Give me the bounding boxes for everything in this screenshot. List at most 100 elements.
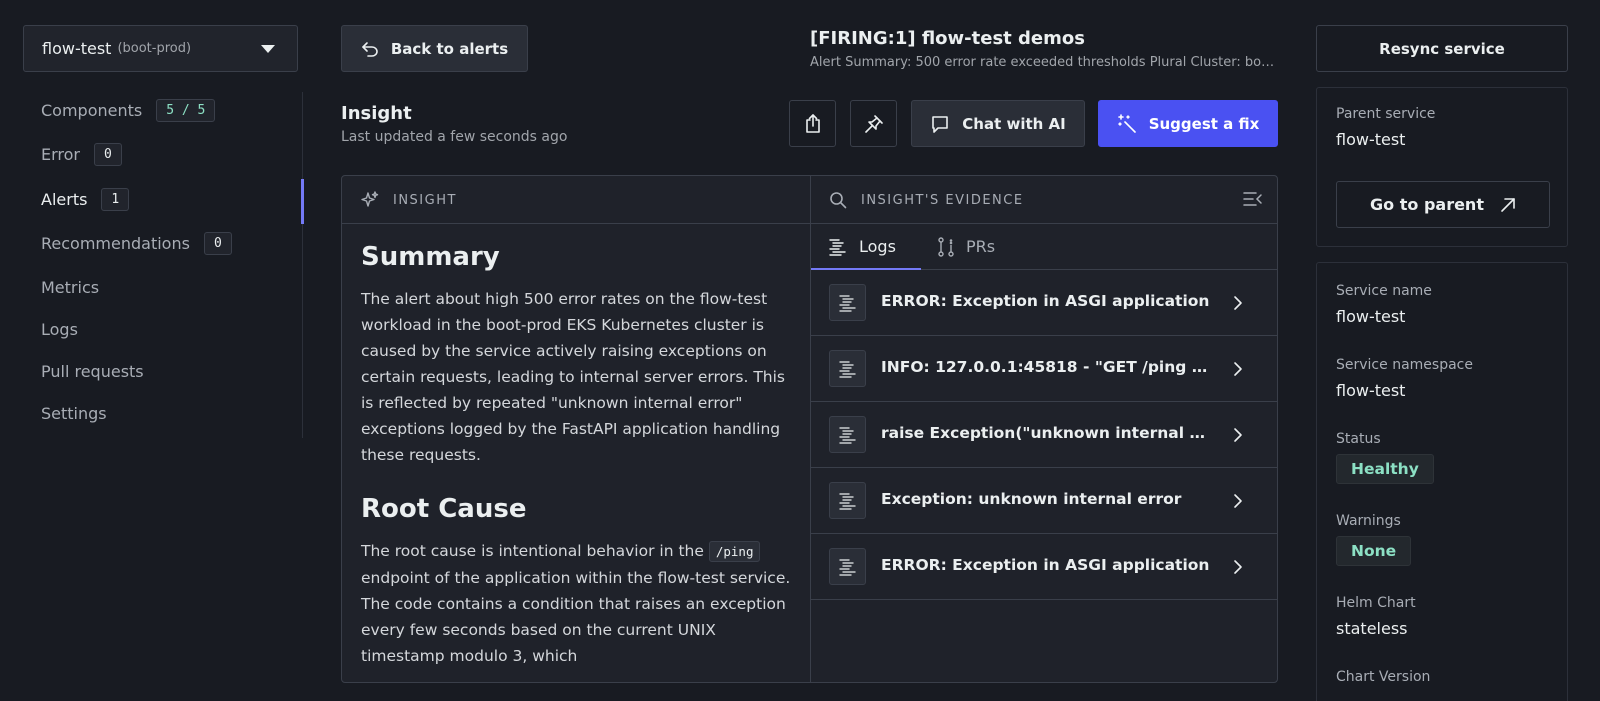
pin-button[interactable]	[850, 100, 897, 147]
search-icon	[830, 192, 847, 209]
insight-panel: INSIGHT INSIGHT'S EVIDENCE Summary The a…	[341, 175, 1278, 683]
alert-title: [FIRING:1] flow-test demos	[810, 28, 1085, 49]
log-entry-text: ERROR: Exception in ASGI application	[881, 292, 1210, 310]
root-cause-text-1: The root cause is intentional behavior i…	[361, 542, 704, 560]
log-entry-text: ERROR: Exception in ASGI application	[881, 556, 1210, 574]
components-count-badge: 5 / 5	[156, 98, 216, 122]
root-cause-text: The root cause is intentional behavior i…	[361, 538, 791, 669]
chat-with-ai-label: Chat with AI	[962, 114, 1066, 133]
log-entry[interactable]: INFO: 127.0.0.1:45818 - "GET /ping HTTP/…	[811, 336, 1277, 402]
alerts-count-badge: 1	[101, 187, 130, 211]
external-arrow-icon	[1501, 197, 1515, 212]
log-entry-icon	[829, 416, 866, 453]
service-selector[interactable]: flow-test (boot-prod)	[23, 25, 298, 72]
service-details-card: Service name flow-test Service namespace…	[1316, 262, 1568, 701]
suggest-fix-label: Suggest a fix	[1148, 114, 1260, 133]
go-to-parent-button[interactable]: Go to parent	[1336, 181, 1550, 228]
root-cause-heading: Root Cause	[361, 494, 527, 524]
status-label: Status	[1336, 431, 1381, 447]
sparkles-icon	[361, 191, 379, 207]
warnings-label: Warnings	[1336, 513, 1401, 529]
parent-service-card: Parent service flow-test Go to parent	[1316, 87, 1568, 247]
sidebar-item-pull-requests[interactable]: Pull requests	[41, 358, 144, 384]
back-to-alerts-label: Back to alerts	[390, 39, 509, 58]
evidence-tabs: Logs PRs	[811, 224, 1277, 270]
resync-service-label: Resync service	[1379, 39, 1505, 58]
return-arrow-icon	[362, 41, 378, 57]
helm-chart-label: Helm Chart	[1336, 595, 1416, 611]
active-nav-indicator	[301, 179, 304, 224]
log-entry-icon	[829, 482, 866, 519]
sidebar-item-error[interactable]: Error 0	[41, 141, 122, 167]
git-pull-request-icon	[938, 236, 954, 257]
summary-heading: Summary	[361, 242, 500, 272]
sidebar-item-label: Error	[41, 144, 80, 164]
service-name-value: flow-test	[1336, 307, 1406, 326]
evidence-section-label: INSIGHT'S EVIDENCE	[861, 192, 1024, 208]
sidebar-item-metrics[interactable]: Metrics	[41, 274, 99, 300]
service-selector-cluster: (boot-prod)	[117, 41, 192, 56]
caret-down-icon	[261, 45, 275, 53]
sidebar-item-label: Logs	[41, 319, 78, 339]
service-namespace-label: Service namespace	[1336, 357, 1473, 373]
summary-text: The alert about high 500 error rates on …	[361, 290, 785, 464]
log-entry[interactable]: raise Exception("unknown internal error"…	[811, 402, 1277, 468]
service-namespace-value: flow-test	[1336, 381, 1406, 400]
back-to-alerts-button[interactable]: Back to alerts	[341, 25, 528, 72]
pin-icon	[864, 114, 883, 133]
sidebar-item-label: Recommendations	[41, 233, 190, 253]
sidebar-item-label: Pull requests	[41, 361, 144, 381]
magic-wand-icon	[1117, 113, 1136, 133]
tab-logs[interactable]: Logs	[829, 224, 896, 269]
share-button[interactable]	[789, 100, 836, 147]
collapse-panel-icon[interactable]	[1243, 190, 1263, 208]
chat-bubble-icon	[932, 115, 949, 133]
tab-logs-label: Logs	[859, 237, 896, 256]
suggest-fix-button[interactable]: Suggest a fix	[1098, 100, 1278, 147]
sidebar-item-components[interactable]: Components 5 / 5	[41, 97, 216, 123]
log-entry-icon	[829, 284, 866, 321]
log-entry-icon	[829, 548, 866, 585]
log-entry[interactable]: Exception: unknown internal error	[811, 468, 1277, 534]
sidebar-item-recommendations[interactable]: Recommendations 0	[41, 230, 232, 256]
log-entry-text: raise Exception("unknown internal error"…	[881, 424, 1211, 442]
service-name-label: Service name	[1336, 283, 1432, 299]
chevron-right-icon	[1234, 560, 1242, 574]
chevron-right-icon	[1234, 494, 1242, 508]
inline-code: /ping	[708, 541, 761, 562]
chat-with-ai-button[interactable]: Chat with AI	[911, 100, 1085, 147]
log-entry-text: Exception: unknown internal error	[881, 490, 1182, 508]
tab-prs[interactable]: PRs	[938, 224, 995, 269]
insight-section-label: INSIGHT	[393, 192, 457, 208]
recommendations-count-badge: 0	[203, 231, 232, 255]
log-entry-icon	[829, 350, 866, 387]
alert-summary: Alert Summary: 500 error rate exceeded t…	[810, 55, 1280, 70]
resync-service-button[interactable]: Resync service	[1316, 25, 1568, 72]
insight-content: Summary The alert about high 500 error r…	[361, 242, 791, 669]
sidebar-item-logs[interactable]: Logs	[41, 316, 78, 342]
sidebar-item-label: Settings	[41, 403, 107, 423]
sidebar-item-alerts[interactable]: Alerts 1	[41, 186, 130, 212]
insight-updated-text: Last updated a few seconds ago	[341, 129, 568, 145]
log-entry[interactable]: ERROR: Exception in ASGI application	[811, 534, 1277, 600]
sidebar-item-label: Components	[41, 100, 143, 120]
sidebar-item-label: Alerts	[41, 189, 88, 209]
chevron-right-icon	[1234, 428, 1242, 442]
chevron-right-icon	[1234, 362, 1242, 376]
sidebar-item-label: Metrics	[41, 277, 100, 297]
warnings-badge: None	[1336, 536, 1412, 566]
parent-service-value: flow-test	[1336, 130, 1406, 149]
chart-version-label: Chart Version	[1336, 669, 1431, 685]
parent-service-label: Parent service	[1336, 106, 1436, 122]
service-selector-name: flow-test	[42, 39, 112, 58]
log-entry-text: INFO: 127.0.0.1:45818 - "GET /ping HTTP/…	[881, 358, 1211, 376]
share-icon	[805, 113, 820, 133]
logs-icon	[829, 238, 846, 256]
root-cause-text-2: endpoint of the application within the f…	[361, 569, 791, 665]
go-to-parent-label: Go to parent	[1370, 195, 1484, 214]
insight-section-header: INSIGHT	[361, 191, 457, 209]
chevron-right-icon	[1234, 296, 1242, 310]
sidebar-item-settings[interactable]: Settings	[41, 400, 107, 426]
log-entry[interactable]: ERROR: Exception in ASGI application	[811, 270, 1277, 336]
evidence-section-header: INSIGHT'S EVIDENCE	[829, 191, 1024, 209]
